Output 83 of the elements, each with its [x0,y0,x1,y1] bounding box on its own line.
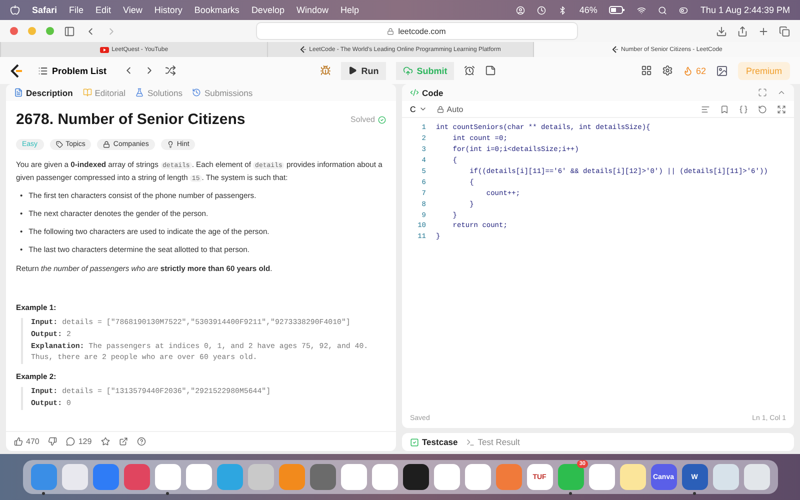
control-center-icon[interactable] [679,6,688,14]
close-button[interactable] [10,27,18,35]
format-icon[interactable] [701,104,710,114]
upload-icon [402,66,413,76]
menu-item[interactable]: Develop [251,5,284,15]
star-icon[interactable] [100,437,110,446]
lock-icon [103,141,110,148]
menu-item[interactable]: Help [340,5,359,15]
menu-item[interactable]: Bookmarks [194,5,240,15]
menu-item[interactable]: File [69,5,84,15]
battery-icon[interactable] [609,6,626,14]
problem-title: 2678. Number of Senior Citizens [16,111,246,128]
mode-label[interactable]: Auto [436,104,464,114]
bookmark-icon[interactable] [720,104,729,114]
settings-icon[interactable] [662,65,673,76]
panel-tab[interactable]: Test Result [466,437,520,447]
collapse-icon[interactable] [777,88,786,97]
chevron-down-icon [418,105,427,113]
fullscreen-icon[interactable] [758,88,767,97]
panel-tab[interactable]: Submissions [192,88,253,98]
menu-item[interactable]: View [123,5,142,15]
language-dropdown[interactable]: C [410,104,427,114]
clock-icon[interactable] [537,6,546,14]
clock-text: Thu 1 Aug 2:44:39 PM [700,5,790,15]
comment-icon [66,437,76,446]
lock-icon [387,28,394,34]
list-icon [38,66,48,76]
menu-item[interactable]: Safari [32,5,58,15]
dislike-icon[interactable] [48,437,58,446]
help-icon[interactable] [136,437,146,446]
run-button[interactable]: Run [341,62,386,80]
app-icon[interactable] [402,464,428,490]
wifi-icon[interactable] [637,6,646,14]
battery-percent: 46% [579,5,598,15]
flame-icon [682,66,693,76]
lock-icon [436,106,444,112]
logo-icon[interactable] [10,64,22,78]
search-icon[interactable] [658,6,668,14]
share-icon[interactable] [737,26,748,36]
sidebar-icon[interactable] [64,26,75,36]
share-icon[interactable] [118,437,128,446]
panel-tab[interactable]: Description [14,88,73,98]
apple-icon [10,5,20,15]
bulb-icon [166,141,174,148]
shuffle-icon[interactable] [164,65,176,76]
history-icon [192,88,202,97]
document-icon [14,88,23,97]
code-icon [410,88,419,97]
logo-icon [300,46,306,53]
braces-icon[interactable] [739,104,748,114]
problem-list-link[interactable]: Problem List [32,64,113,76]
new-tab-icon[interactable] [758,26,769,36]
play-logo-icon [100,46,109,52]
address-field[interactable]: leetcode.com [256,22,578,40]
tabs-icon[interactable] [779,26,790,36]
terminal-icon [466,438,475,446]
comments-button[interactable]: 129 [66,437,92,446]
grid-icon[interactable] [640,65,652,76]
thumbs-up-icon [14,437,23,446]
code-title: Code [410,88,444,98]
checkbox-icon [410,438,419,446]
panel-tab[interactable]: Testcase [410,437,458,447]
alarm-icon[interactable] [464,65,476,76]
bug-icon[interactable] [320,65,332,76]
menu-item[interactable]: Window [296,5,328,15]
user-icon[interactable] [516,6,526,14]
reset-icon[interactable] [758,104,767,114]
solved-status: Solved [350,115,386,124]
expand-icon[interactable] [777,104,786,114]
flask-icon [135,88,144,97]
panel-tab[interactable]: Solutions [135,88,182,98]
check-circle-icon [378,116,386,124]
like-button[interactable]: 470 [14,437,40,446]
menu-item[interactable]: History [154,5,182,15]
download-icon[interactable] [716,26,727,36]
tag-icon [56,141,63,148]
play-icon [348,66,358,75]
menu-item[interactable]: Edit [96,5,112,15]
book-icon [82,88,92,97]
note-icon[interactable] [485,65,496,76]
bluetooth-icon[interactable] [558,6,568,14]
panel-tab[interactable]: Editorial [82,88,126,98]
logo-icon [612,46,618,53]
